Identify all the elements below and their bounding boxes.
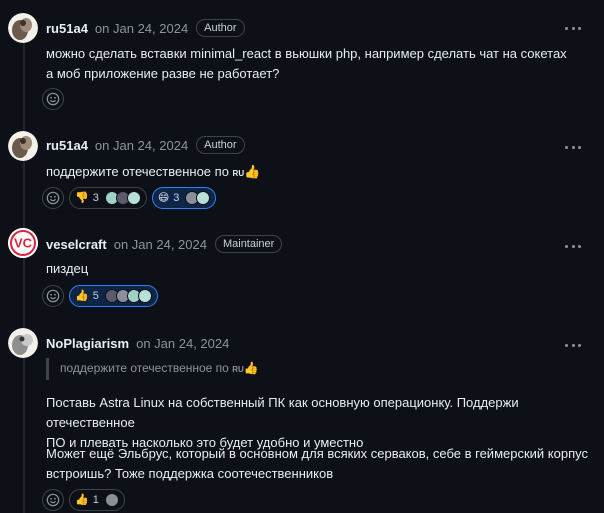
reactions-bar: 👍 1 — [42, 489, 125, 511]
comment-date[interactable]: on Jan 24, 2024 — [114, 237, 207, 252]
body-line: Может ещё Эльбрус, который в основном дл… — [46, 446, 588, 461]
reactor-avatars — [104, 191, 141, 205]
reactions-bar: 👎 3 😄 3 — [42, 187, 217, 209]
reactor-avatar — [196, 191, 211, 205]
blockquote: поддержите отечественное по RU👍 — [46, 358, 259, 380]
kebab-horizontal-icon — [565, 26, 568, 30]
body-text: поддержите отечественное по — [46, 164, 229, 179]
kebab-horizontal-icon — [565, 244, 568, 248]
reaction-count: 1 — [92, 494, 99, 506]
reaction-thumbs-up[interactable]: 👍 5 — [69, 285, 158, 307]
more-options-button[interactable] — [563, 139, 583, 155]
reaction-count: 3 — [173, 192, 180, 204]
reaction-laugh[interactable]: 😄 3 — [151, 187, 217, 209]
smiley-icon — [46, 493, 60, 507]
add-reaction-button[interactable] — [42, 187, 64, 209]
reactor-avatars — [104, 493, 119, 507]
reactor-avatar — [137, 289, 152, 303]
thumbs-up-icon: 👍 — [75, 289, 89, 302]
kebab-horizontal-icon — [565, 343, 568, 347]
avatar[interactable] — [8, 13, 38, 43]
comment-header: ru51a4 on Jan 24, 2024 Author — [46, 18, 245, 38]
kebab-horizontal-icon — [565, 145, 568, 149]
ru-label: RU — [232, 365, 244, 374]
reactor-avatar — [104, 493, 119, 507]
reactor-avatar — [126, 191, 141, 205]
svg-text:VC: VC — [14, 236, 33, 251]
add-reaction-button[interactable] — [42, 285, 64, 307]
body-line: встроишь? Тоже поддержка соотечественник… — [46, 466, 334, 481]
author-link[interactable]: ru51a4 — [46, 138, 88, 153]
avatar[interactable] — [8, 328, 38, 358]
smiley-icon — [46, 289, 60, 303]
comment-header: veselcraft on Jan 24, 2024 Maintainer — [46, 234, 283, 254]
comment-date[interactable]: on Jan 24, 2024 — [95, 21, 188, 36]
add-reaction-button[interactable] — [42, 489, 64, 511]
timeline-line — [23, 38, 25, 513]
comment-header: ru51a4 on Jan 24, 2024 Author — [46, 135, 245, 155]
ru-label: RU — [232, 169, 245, 178]
quote-text: поддержите отечественное по — [60, 361, 229, 375]
body-line: можно сделать вставки minimal_react в вь… — [46, 46, 567, 61]
author-link[interactable]: ru51a4 — [46, 21, 88, 36]
avatar[interactable] — [8, 131, 38, 161]
laugh-icon: 😄 — [157, 191, 170, 204]
thumbs-up-icon: 👍 — [75, 493, 89, 506]
more-options-button[interactable] — [563, 238, 583, 254]
reaction-count: 5 — [92, 290, 99, 302]
reaction-thumbs-down[interactable]: 👎 3 — [69, 187, 147, 209]
thumbs-down-icon: 👎 — [75, 191, 89, 204]
thumbs-up-emoji: 👍 — [243, 361, 259, 375]
author-link[interactable]: NoPlagiarism — [46, 336, 129, 351]
smiley-icon — [46, 92, 60, 106]
smiley-icon — [46, 191, 60, 205]
author-badge: Author — [196, 136, 245, 154]
more-options-button[interactable] — [563, 20, 583, 36]
reactions-bar — [42, 88, 64, 110]
comment-header: NoPlagiarism on Jan 24, 2024 — [46, 333, 229, 353]
author-link[interactable]: veselcraft — [46, 237, 107, 252]
maintainer-badge: Maintainer — [214, 235, 283, 253]
comment-paragraph: Может ещё Эльбрус, который в основном дл… — [46, 444, 588, 484]
body-text: пиздец — [46, 261, 89, 276]
comment-body: поддержите отечественное по RU👍 — [46, 162, 260, 184]
reactor-avatars — [185, 191, 211, 205]
comment-date[interactable]: on Jan 24, 2024 — [136, 336, 229, 351]
comment-date[interactable]: on Jan 24, 2024 — [95, 138, 188, 153]
more-options-button[interactable] — [563, 337, 583, 353]
thumbs-up-emoji: 👍 — [244, 164, 261, 179]
comment-body: пиздец — [46, 259, 88, 279]
reactor-avatars — [104, 289, 152, 303]
add-reaction-button[interactable] — [42, 88, 64, 110]
reaction-count: 3 — [92, 192, 99, 204]
reactions-bar: 👍 5 — [42, 285, 158, 307]
body-line: а моб приложение разве не работает? — [46, 66, 280, 81]
comment-body: можно сделать вставки minimal_react в вь… — [46, 44, 567, 84]
body-line: Поставь Astra Linux на собственный ПК ка… — [46, 395, 519, 430]
author-badge: Author — [196, 19, 245, 37]
avatar[interactable]: VC — [8, 228, 38, 258]
reaction-thumbs-up[interactable]: 👍 1 — [69, 489, 125, 511]
